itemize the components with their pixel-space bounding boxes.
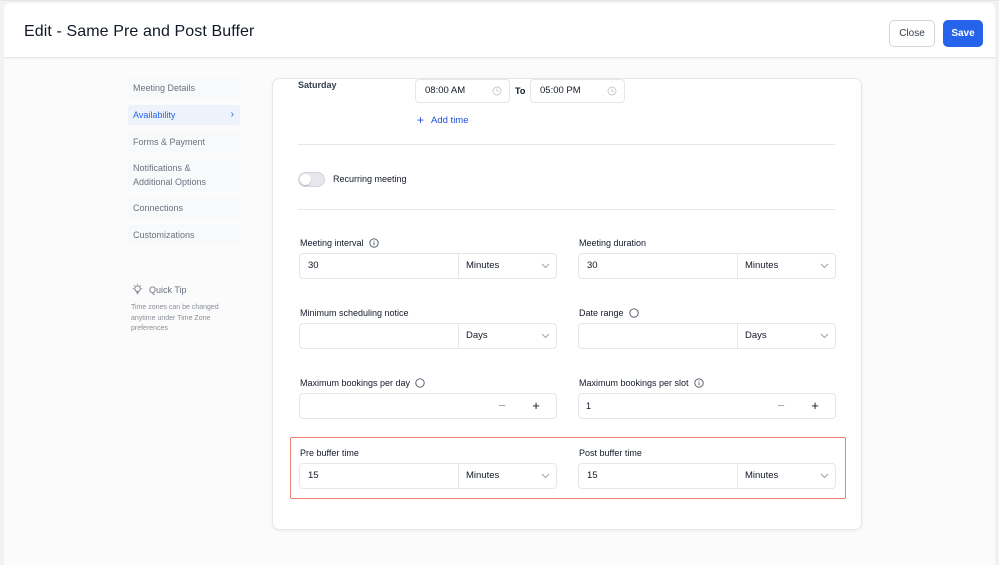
sidebar-item-notifications[interactable]: Notifications & Additional Options (128, 159, 240, 191)
min-notice-label: Minimum scheduling notice (300, 308, 409, 318)
info-icon[interactable] (628, 308, 639, 318)
sidebar-nav: Meeting Details Availability › Forms & P… (128, 78, 240, 252)
save-button[interactable]: Save (943, 20, 983, 47)
sidebar-item-availability[interactable]: Availability › (128, 105, 240, 125)
clock-icon (607, 86, 617, 96)
pre-buffer-input[interactable]: 15 (300, 464, 459, 488)
chevron-down-icon (820, 263, 829, 269)
chevron-down-icon (820, 333, 829, 339)
max-per-slot-label: Maximum bookings per slot (579, 378, 704, 388)
quick-tip-title: Quick Tip (149, 284, 187, 295)
lightbulb-icon (132, 283, 143, 295)
pre-buffer-label: Pre buffer time (300, 448, 359, 458)
min-notice-unit-select[interactable]: Days (459, 324, 556, 348)
start-time-value: 08:00 AM (425, 85, 466, 96)
decrement-button[interactable]: − (765, 394, 797, 418)
increment-button[interactable]: + (520, 394, 552, 418)
to-label: To (515, 86, 526, 96)
chevron-down-icon (541, 263, 550, 269)
increment-button[interactable]: + (799, 394, 831, 418)
max-per-day-stepper[interactable]: − + (299, 393, 557, 419)
date-range-field[interactable]: Days (578, 323, 836, 349)
divider (298, 144, 835, 145)
info-icon[interactable] (415, 378, 425, 388)
post-buffer-field[interactable]: 15 Minutes (578, 463, 836, 489)
meeting-interval-unit-select[interactable]: Minutes (459, 254, 556, 278)
meeting-interval-label: Meeting interval (300, 238, 379, 248)
max-per-slot-stepper[interactable]: 1 − + (578, 393, 836, 419)
post-buffer-label: Post buffer time (579, 448, 642, 458)
post-buffer-unit-select[interactable]: Minutes (738, 464, 835, 488)
add-time-button[interactable]: + Add time (417, 113, 469, 127)
meeting-duration-label: Meeting duration (579, 238, 647, 248)
max-per-day-label: Maximum bookings per day (300, 378, 425, 388)
clock-icon (492, 86, 502, 96)
quick-tip: Quick Tip Time zones can be changed anyt… (131, 283, 241, 335)
add-time-label: Add time (431, 114, 469, 126)
sidebar-item-label: Customizations (133, 230, 195, 240)
pre-buffer-unit-select[interactable]: Minutes (459, 464, 556, 488)
chevron-down-icon (820, 473, 829, 479)
end-time-input[interactable]: 05:00 PM (530, 79, 625, 103)
page-title: Edit - Same Pre and Post Buffer (24, 23, 255, 40)
start-time-input[interactable]: 08:00 AM (415, 79, 510, 103)
recurring-meeting-label: Recurring meeting (333, 174, 407, 184)
info-icon[interactable] (693, 378, 704, 388)
decrement-button[interactable]: − (486, 394, 518, 418)
sidebar-item-label: Availability (133, 110, 176, 120)
chevron-down-icon (541, 333, 550, 339)
chevron-right-icon: › (230, 109, 234, 120)
day-label: Saturday (298, 80, 337, 90)
sidebar-item-meeting-details[interactable]: Meeting Details (128, 78, 240, 98)
meeting-duration-field[interactable]: 30 Minutes (578, 253, 836, 279)
date-range-input[interactable] (579, 324, 738, 348)
pre-buffer-field[interactable]: 15 Minutes (299, 463, 557, 489)
max-per-slot-value[interactable]: 1 (586, 394, 591, 418)
quick-tip-body: Time zones can be changed anytime under … (131, 304, 219, 332)
info-icon[interactable] (368, 238, 379, 248)
recurring-meeting-toggle[interactable] (298, 172, 325, 187)
modal-header: Edit - Same Pre and Post Buffer Close Sa… (4, 3, 995, 58)
date-range-label: Date range (579, 308, 639, 318)
min-notice-field[interactable]: Days (299, 323, 557, 349)
close-button[interactable]: Close (889, 20, 935, 47)
meeting-interval-input[interactable]: 30 (300, 254, 459, 278)
plus-icon: + (417, 113, 425, 127)
sidebar-item-label: Connections (133, 203, 184, 213)
meeting-interval-field[interactable]: 30 Minutes (299, 253, 557, 279)
sidebar-item-connections[interactable]: Connections (128, 198, 240, 218)
end-time-value: 05:00 PM (540, 85, 581, 96)
post-buffer-input[interactable]: 15 (579, 464, 738, 488)
sidebar-item-customizations[interactable]: Customizations (128, 225, 240, 245)
sidebar-item-label: Notifications & Additional Options (133, 163, 207, 187)
sidebar-item-label: Forms & Payment (133, 137, 206, 147)
meeting-duration-unit-select[interactable]: Minutes (738, 254, 835, 278)
divider (298, 209, 835, 210)
min-notice-input[interactable] (300, 324, 459, 348)
chevron-down-icon (541, 473, 550, 479)
sidebar-item-label: Meeting Details (133, 83, 196, 93)
sidebar-item-forms-payment[interactable]: Forms & Payment (128, 132, 240, 152)
meeting-duration-input[interactable]: 30 (579, 254, 738, 278)
toggle-knob (300, 174, 311, 185)
date-range-unit-select[interactable]: Days (738, 324, 835, 348)
availability-card: Saturday 08:00 AM To 05:00 PM + Add time… (272, 78, 862, 530)
